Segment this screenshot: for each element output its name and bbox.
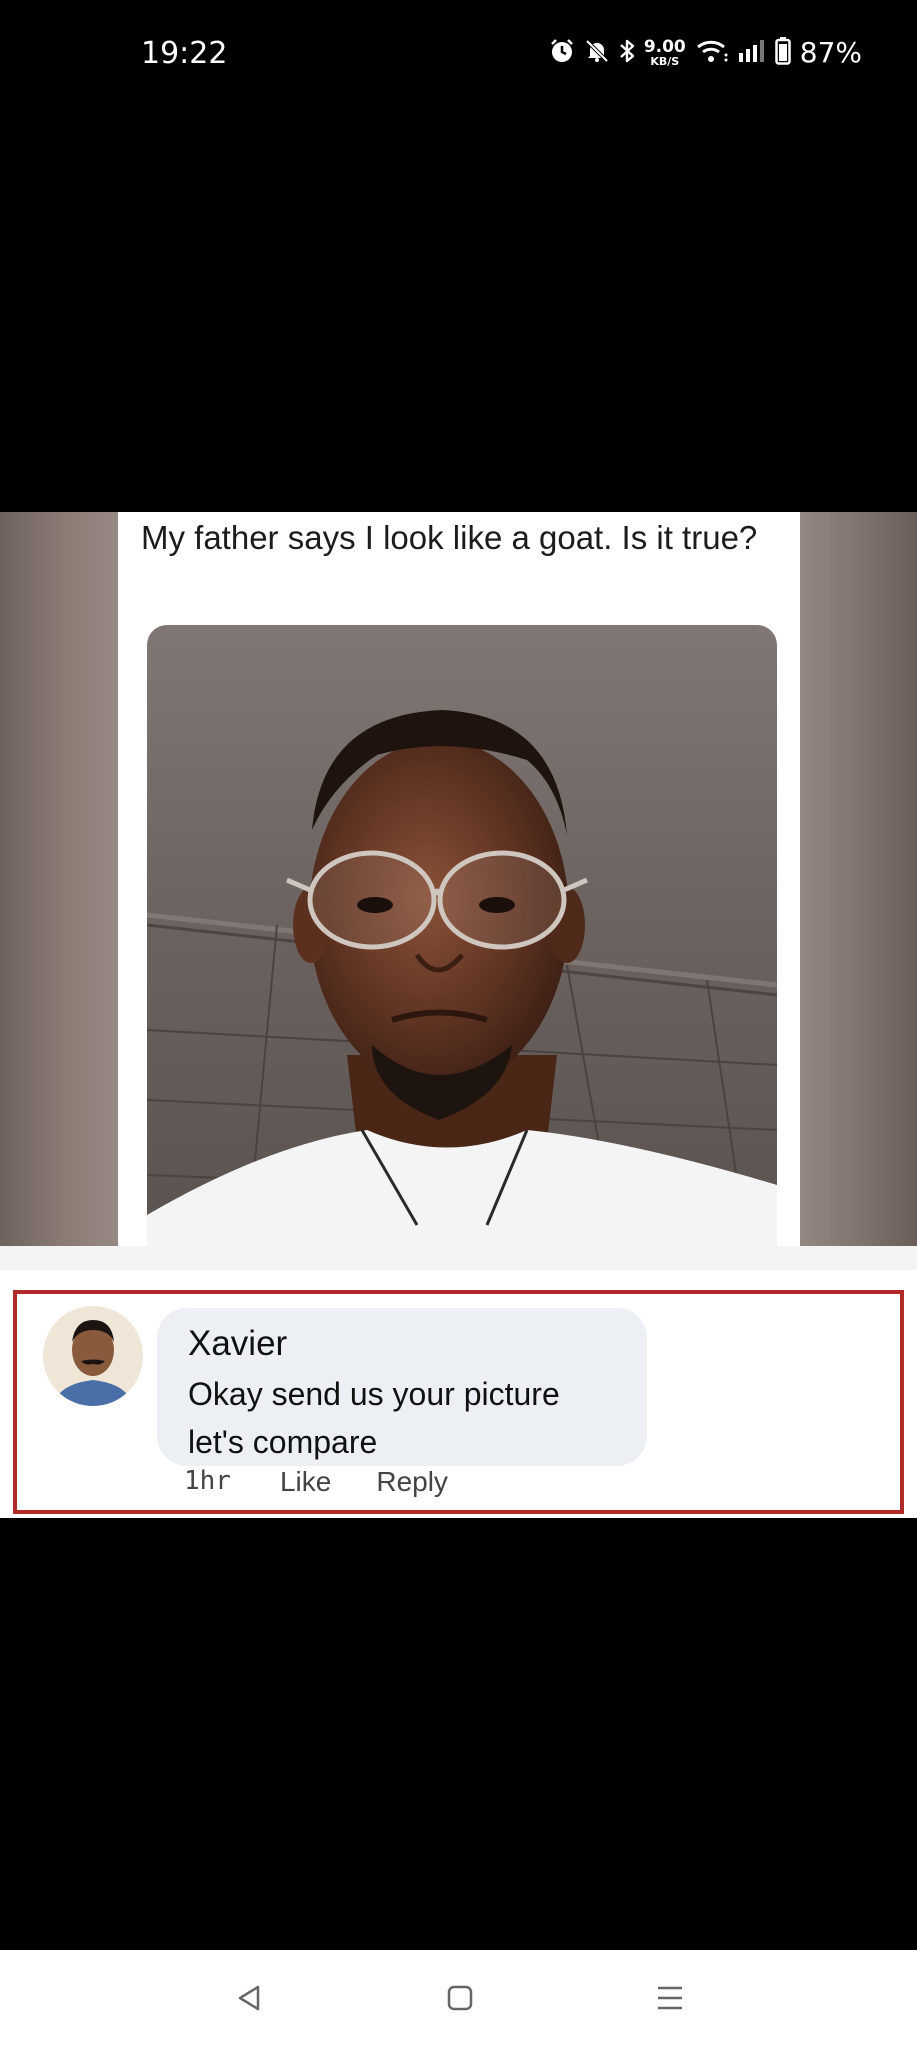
mute-icon bbox=[584, 38, 610, 68]
highlighted-comment: Xavier Okay send us your picture let's c… bbox=[13, 1290, 904, 1514]
status-bar: 19:22 9.00 KB/S 87% bbox=[0, 0, 917, 110]
post-card: My father says I look like a goat. Is it… bbox=[118, 512, 800, 1246]
battery-icon bbox=[775, 36, 791, 69]
navigation-bar bbox=[0, 1950, 917, 2048]
like-button[interactable]: Like bbox=[280, 1466, 331, 1498]
status-time: 19:22 bbox=[141, 36, 228, 71]
comment-text: Okay send us your picture let's compare bbox=[188, 1376, 560, 1460]
post-question: My father says I look like a goat. Is it… bbox=[141, 519, 758, 556]
comment-actions: 1hr Like Reply bbox=[184, 1466, 448, 1498]
recents-icon[interactable] bbox=[650, 1978, 690, 2018]
reply-button[interactable]: Reply bbox=[376, 1466, 448, 1498]
post-photo bbox=[147, 625, 777, 1246]
comment-time: 1hr bbox=[184, 1466, 231, 1496]
comment-author[interactable]: Xavier bbox=[188, 1324, 287, 1364]
blurred-background-left bbox=[0, 512, 118, 1246]
bluetooth-icon bbox=[619, 38, 635, 68]
divider bbox=[0, 1246, 917, 1270]
battery-percent: 87% bbox=[799, 36, 862, 69]
home-icon[interactable] bbox=[440, 1978, 480, 2018]
meme-image: My father says I look like a goat. Is it… bbox=[0, 512, 917, 1518]
network-speed: 9.00 KB/S bbox=[643, 36, 686, 68]
avatar[interactable] bbox=[43, 1306, 143, 1406]
signal-icon bbox=[738, 39, 766, 67]
status-icons: 9.00 KB/S 87% bbox=[549, 36, 862, 69]
network-speed-unit: KB/S bbox=[650, 54, 680, 68]
back-icon[interactable] bbox=[229, 1978, 269, 2018]
blurred-background-right bbox=[800, 512, 917, 1246]
wifi-icon bbox=[695, 38, 729, 68]
network-speed-value: 9.00 bbox=[643, 36, 686, 57]
alarm-icon bbox=[549, 38, 575, 68]
comment-bubble: Xavier Okay send us your picture let's c… bbox=[157, 1308, 647, 1466]
